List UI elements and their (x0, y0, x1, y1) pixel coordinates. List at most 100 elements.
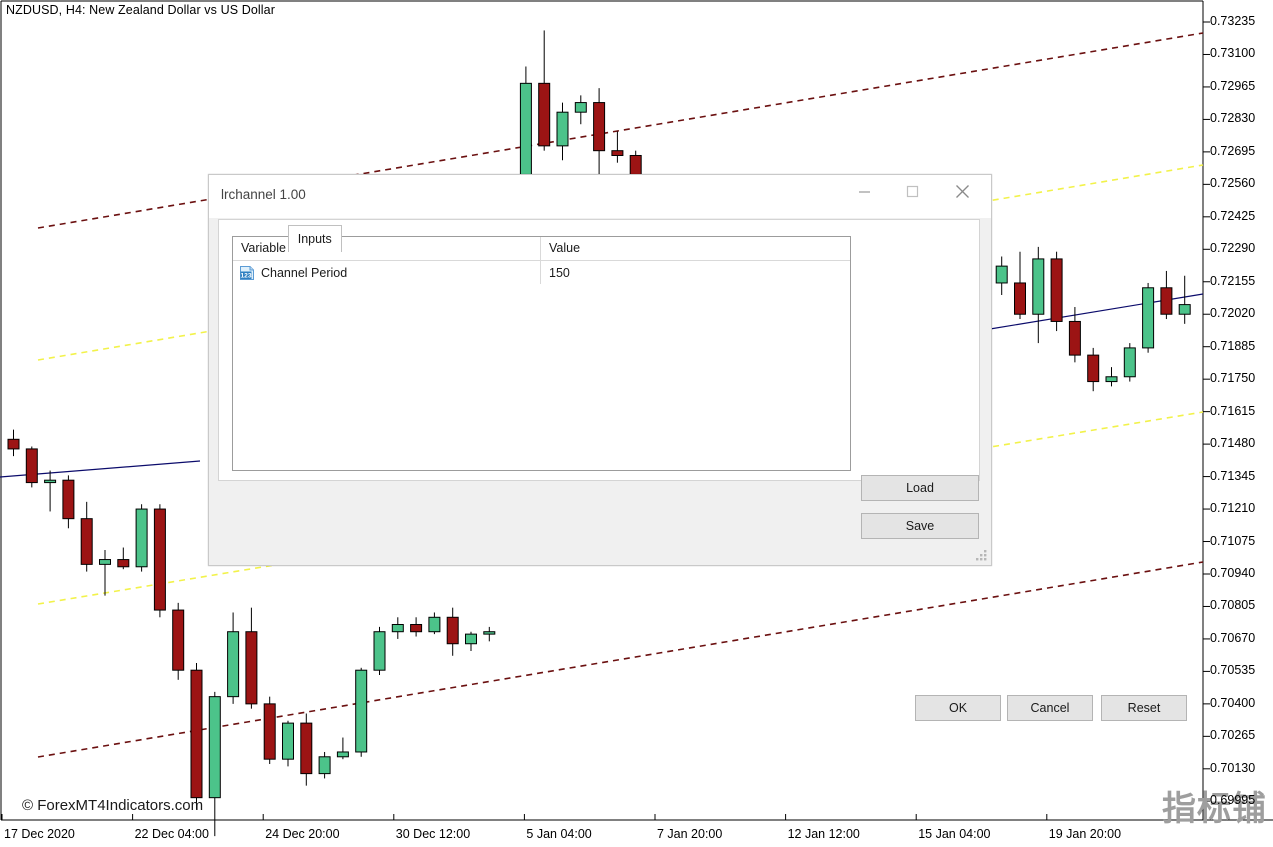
ok-button[interactable]: OK (915, 695, 1001, 721)
candlestick (117, 547, 130, 570)
column-header-value: Value (549, 241, 581, 255)
dialog-title-bar[interactable]: lrchannel 1.00 (209, 175, 991, 218)
candlestick (1087, 347, 1100, 392)
candlestick (1105, 367, 1118, 387)
svg-text:123: 123 (240, 272, 251, 279)
load-button[interactable]: Load (861, 475, 979, 501)
close-icon (955, 184, 969, 198)
y-axis-tick-label: 0.70400 (1210, 695, 1256, 710)
minimize-icon (858, 190, 870, 193)
mt4-chart-window: NZDUSD, H4: New Zealand Dollar vs US Dol… (0, 0, 1273, 847)
candlestick (80, 501, 93, 572)
candlestick (25, 446, 38, 488)
candlestick (190, 662, 203, 810)
candlestick (227, 612, 240, 704)
y-axis-tick-label: 0.70805 (1210, 598, 1256, 613)
x-axis-tick-label: 22 Dec 04:00 (134, 827, 209, 841)
candlestick (300, 713, 313, 786)
candlestick (44, 470, 57, 512)
chart-title: NZDUSD, H4: New Zealand Dollar vs US Dol… (6, 3, 275, 17)
candlestick (428, 612, 441, 635)
candlestick (99, 549, 111, 596)
resize-grip[interactable] (974, 548, 988, 562)
table-row[interactable]: 123 Channel Period 150 (233, 261, 850, 284)
candlestick (391, 617, 404, 639)
column-header-variable: Variable (233, 237, 541, 260)
y-axis-tick-label: 0.72290 (1210, 241, 1256, 256)
candlestick (1123, 343, 1136, 382)
y-axis-tick-label: 0.71345 (1210, 468, 1256, 483)
y-axis-tick-label: 0.69995 (1210, 793, 1256, 808)
x-axis-tick-label: 5 Jan 04:00 (526, 827, 592, 841)
inputs-table[interactable]: Variable Value 123 Channel Period 150 (232, 236, 851, 471)
candlestick (995, 256, 1008, 295)
save-button[interactable]: Save (861, 513, 979, 539)
y-axis-tick-label: 0.71885 (1210, 338, 1256, 353)
candlestick (135, 504, 148, 572)
candlestick (172, 602, 185, 680)
candlestick (538, 30, 551, 151)
x-axis-ticks (1, 814, 1048, 820)
inputs-tab-panel: Variable Value 123 Channel Period 150 Lo… (218, 219, 980, 539)
y-axis-tick-label: 0.72425 (1210, 208, 1256, 223)
close-button[interactable] (939, 175, 985, 207)
y-axis-tick-label: 0.72965 (1210, 78, 1256, 93)
y-axis-tick-label: 0.70265 (1210, 728, 1256, 743)
candlestick (483, 626, 496, 642)
cancel-button[interactable]: Cancel (1007, 695, 1093, 721)
y-axis-tick-label: 0.70670 (1210, 630, 1256, 645)
y-axis-tick-label: 0.70940 (1210, 565, 1256, 580)
x-axis-tick-label: 15 Jan 04:00 (918, 827, 991, 841)
y-axis-tick-label: 0.71750 (1210, 371, 1256, 386)
minimize-button[interactable] (841, 175, 887, 207)
y-axis-tick-label: 0.70130 (1210, 760, 1256, 775)
candlestick (153, 504, 166, 618)
candlestick (1142, 282, 1155, 353)
candlestick (318, 751, 331, 779)
x-axis-tick-label: 12 Jan 12:00 (787, 827, 860, 841)
y-axis-tick-label: 0.71480 (1210, 436, 1256, 451)
dialog-title: lrchannel 1.00 (221, 187, 306, 202)
candlestick (245, 607, 258, 709)
candlestick (62, 475, 75, 529)
x-axis-tick-label: 17 Dec 2020 (4, 827, 75, 841)
candlestick (574, 95, 587, 125)
candlestick (1032, 246, 1045, 344)
reset-button[interactable]: Reset (1101, 695, 1187, 721)
y-axis-tick-label: 0.72830 (1210, 111, 1256, 126)
candlestick (1178, 275, 1191, 324)
value-cell[interactable]: 150 (541, 261, 850, 284)
y-axis-ticks (1203, 21, 1210, 802)
candlestick (465, 631, 477, 651)
candlestick (336, 737, 349, 760)
y-axis-tick-label: 0.70535 (1210, 663, 1256, 678)
candlestick (282, 720, 294, 767)
x-axis-tick-label: 19 Jan 20:00 (1048, 827, 1122, 841)
candlestick (1160, 270, 1173, 320)
candlestick (556, 102, 569, 161)
indicator-properties-dialog[interactable]: lrchannel 1.00 CommonInputsParametersCol… (208, 174, 1187, 721)
y-axis-tick-label: 0.72695 (1210, 143, 1256, 158)
y-axis-tick-label: 0.72020 (1210, 306, 1256, 321)
candlestick (373, 626, 386, 676)
y-axis-tick-label: 0.71615 (1210, 403, 1256, 418)
x-axis-tick-label: 30 Dec 12:00 (395, 827, 471, 841)
candlestick (593, 88, 606, 175)
maximize-button[interactable] (889, 175, 935, 207)
y-axis-tick-label: 0.73100 (1210, 46, 1256, 61)
candlestick (1050, 251, 1063, 332)
candlestick (410, 617, 423, 637)
candlestick (7, 429, 20, 457)
candlestick (263, 696, 276, 764)
copyright-label: © ForexMT4Indicators.com (22, 797, 204, 814)
y-axis-tick-label: 0.73235 (1210, 14, 1256, 28)
y-axis-tick-label: 0.72155 (1210, 273, 1256, 288)
maximize-icon (906, 185, 918, 197)
variable-name: Channel Period (261, 265, 348, 280)
y-axis-tick-label: 0.71075 (1210, 533, 1256, 548)
candlestick (355, 667, 368, 757)
y-axis-tick-label: 0.72560 (1210, 176, 1256, 191)
y-axis-tick-label: 0.71210 (1210, 501, 1256, 516)
x-axis-tick-label: 7 Jan 20:00 (657, 827, 723, 841)
tab-inputs[interactable]: Inputs (287, 225, 342, 252)
